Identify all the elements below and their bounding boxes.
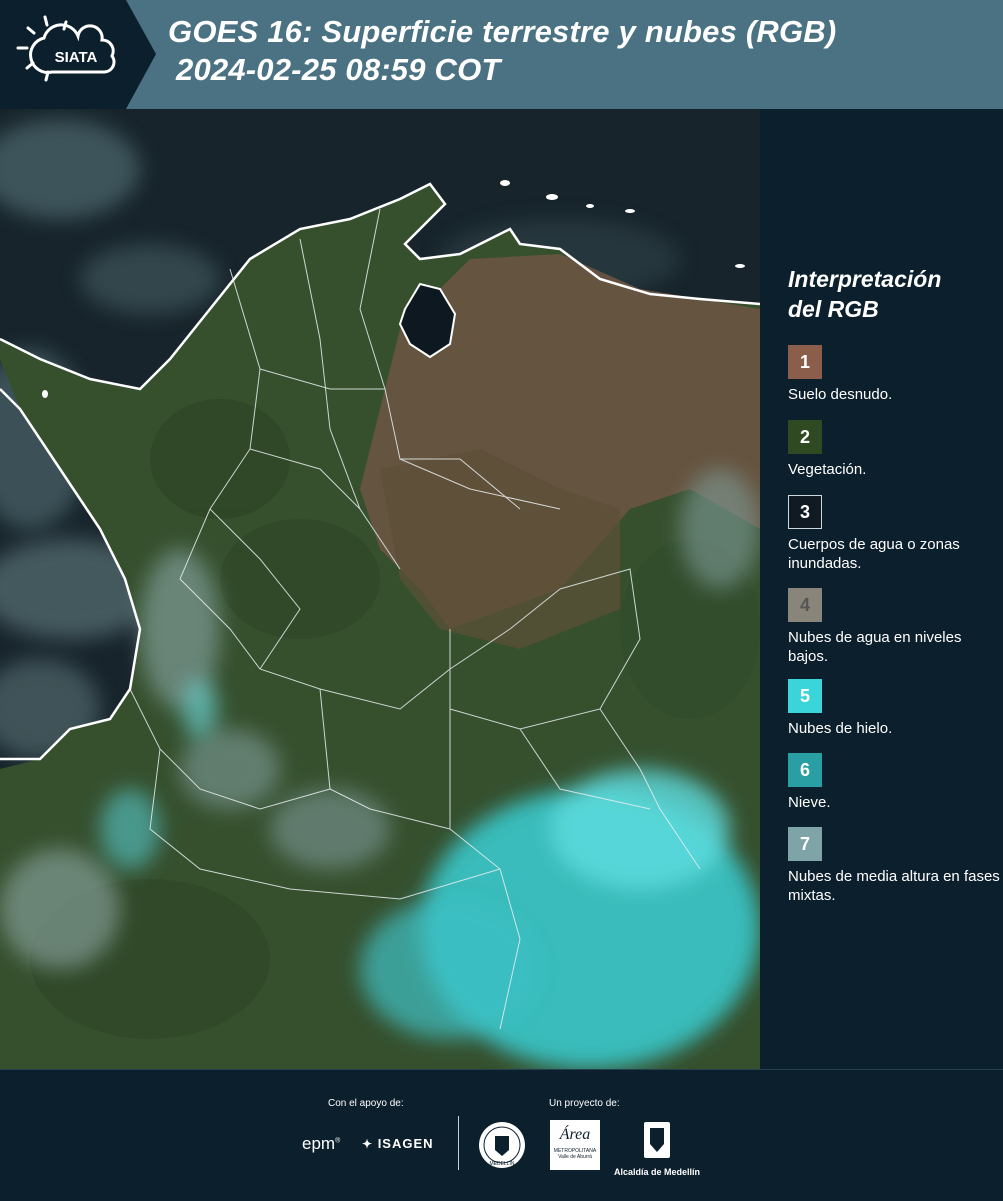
alcaldia-text: Alcaldía de Medellín <box>613 1167 701 1177</box>
project-label: Un proyecto de: <box>549 1098 620 1109</box>
legend-title-line-2: del RGB <box>788 296 879 322</box>
legend-item-mid-clouds: 7 Nubes de media altura en fases mixtas. <box>788 827 1003 905</box>
legend-swatch-4: 4 <box>788 588 822 622</box>
footer-divider <box>458 1116 459 1170</box>
legend-swatch-2: 2 <box>788 420 822 454</box>
area-logo-text: Área <box>559 1126 591 1143</box>
legend-item-low-clouds: 4 Nubes de agua en niveles bajos. <box>788 588 1003 666</box>
legend-swatch-7: 7 <box>788 827 822 861</box>
alcaldia-shield-icon <box>644 1122 670 1158</box>
area-metropolitana-logo: Área METROPOLITANA Valle de Aburrá <box>550 1120 600 1170</box>
legend-item-bare-soil: 1 Suelo desnudo. <box>788 345 1003 404</box>
legend-swatch-6: 6 <box>788 753 822 787</box>
legend-swatch-3: 3 <box>788 495 822 529</box>
isagen-logo: ✦ ISAGEN <box>362 1136 434 1151</box>
legend-item-vegetation: 2 Vegetación. <box>788 420 1003 479</box>
support-label: Con el apoyo de: <box>328 1098 404 1109</box>
legend-swatch-5: 5 <box>788 679 822 713</box>
isagen-logo-text: ISAGEN <box>377 1136 434 1151</box>
siata-logo: SIATA <box>0 0 156 109</box>
epm-logo: epm® <box>302 1134 341 1153</box>
legend-label-7: Nubes de media altura en fases mixtas. <box>788 868 1000 904</box>
header-bar: SIATA GOES 16: Superficie terrestre y nu… <box>0 0 1003 109</box>
legend-label-3: Cuerpos de agua o zonas inundadas. <box>788 536 960 572</box>
legend-label-4: Nubes de agua en niveles bajos. <box>788 629 962 665</box>
legend-item-snow: 6 Nieve. <box>788 753 1003 812</box>
title-line-1: GOES 16: Superficie terrestre y nubes (R… <box>168 14 837 49</box>
legend-title: Interpretación del RGB <box>788 264 941 324</box>
page-title: GOES 16: Superficie terrestre y nubes (R… <box>168 13 836 89</box>
medellin-seal-text: MEDELLÍN <box>489 1160 514 1167</box>
logo-text: SIATA <box>55 49 98 66</box>
satellite-map <box>0 109 760 1069</box>
legend-swatch-1: 1 <box>788 345 822 379</box>
area-logo-sub2: Valle de Aburrá <box>558 1154 592 1160</box>
legend-label-6: Nieve. <box>788 794 831 811</box>
legend-label-2: Vegetación. <box>788 461 867 478</box>
legend-item-water: 3 Cuerpos de agua o zonas inundadas. <box>788 495 1003 573</box>
epm-logo-text: epm <box>302 1134 336 1153</box>
medellin-seal-logo: MEDELLÍN <box>477 1120 527 1170</box>
title-timestamp: 2024-02-25 08:59 COT <box>176 52 501 87</box>
alcaldia-logo: Alcaldía de Medellín <box>612 1120 702 1177</box>
footer: Con el apoyo de: Un proyecto de: epm® ✦ … <box>0 1069 1003 1201</box>
legend-item-ice-clouds: 5 Nubes de hielo. <box>788 679 1003 738</box>
legend-label-1: Suelo desnudo. <box>788 386 893 403</box>
legend-title-line-1: Interpretación <box>788 266 942 292</box>
legend-label-5: Nubes de hielo. <box>788 720 893 737</box>
legend-panel: Interpretación del RGB 1 Suelo desnudo. … <box>760 109 1003 1069</box>
